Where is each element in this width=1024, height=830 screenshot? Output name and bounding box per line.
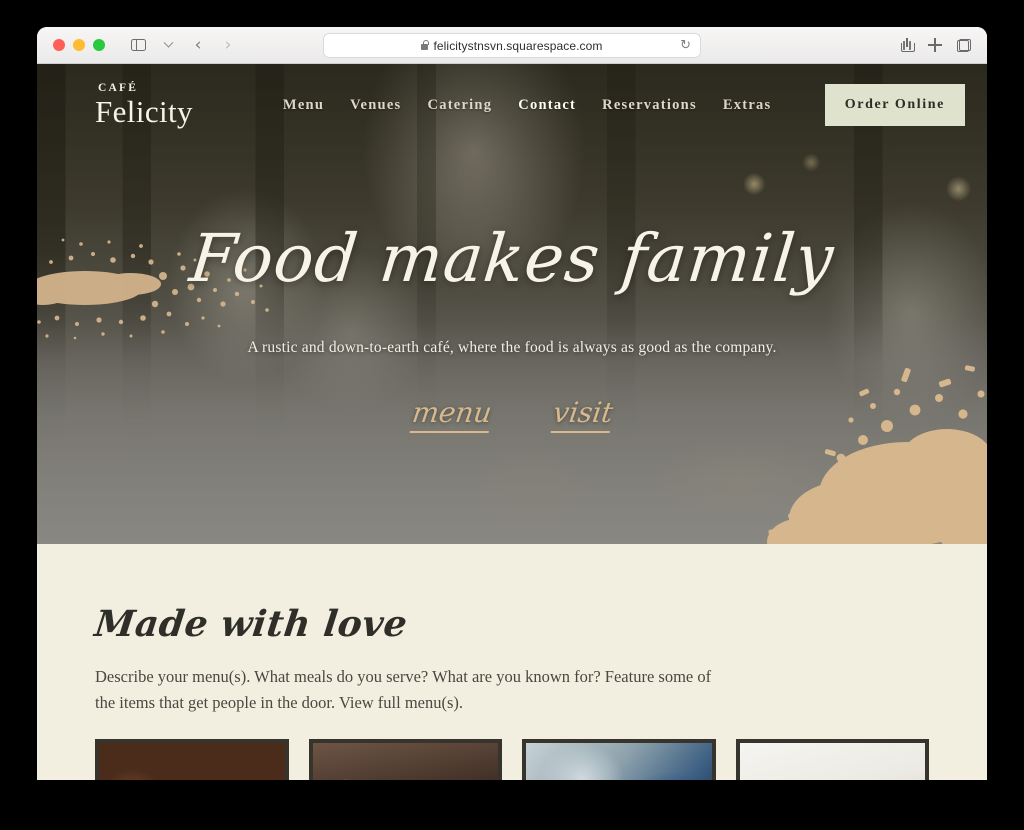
hero-link-visit[interactable]: visit xyxy=(550,396,615,434)
bright-table-setting-image xyxy=(739,743,925,780)
hero-link-menu[interactable]: menu xyxy=(409,396,494,434)
string-lights-dining-image xyxy=(312,743,498,780)
sidebar-icon xyxy=(130,38,146,52)
gallery-thumbnail-table[interactable] xyxy=(735,739,929,780)
hero-title: Food makes family xyxy=(186,220,838,297)
share-icon[interactable] xyxy=(901,38,915,52)
toolbar-right-group xyxy=(901,38,975,52)
url-text: felicitystnsvn.squarespace.com xyxy=(433,38,603,53)
nav-item-menu[interactable]: Menu xyxy=(283,97,324,114)
nav-item-extras[interactable]: Extras xyxy=(723,97,772,114)
nav-item-venues[interactable]: Venues xyxy=(350,97,401,114)
toolbar-left-group: ‹ › xyxy=(125,33,241,57)
address-bar[interactable]: felicitystnsvn.squarespace.com ↻ xyxy=(323,33,701,58)
window-controls[interactable] xyxy=(53,39,105,51)
logo-kicker: CAFÉ xyxy=(98,81,139,94)
back-button[interactable]: ‹ xyxy=(185,33,211,57)
nav-item-catering[interactable]: Catering xyxy=(427,97,492,114)
blue-plated-dish-image xyxy=(526,743,712,780)
browser-window: ‹ › felicitystnsvn.squarespace.com ↻ CAF… xyxy=(37,27,987,780)
logo-name: Felicity xyxy=(95,94,193,130)
browser-toolbar: ‹ › felicitystnsvn.squarespace.com ↻ xyxy=(37,27,987,64)
close-button[interactable] xyxy=(53,39,65,51)
bread-loaves-image xyxy=(99,743,285,780)
made-with-love-section: Made with love Describe your menu(s). Wh… xyxy=(37,544,987,780)
nav-item-contact[interactable]: Contact xyxy=(518,97,576,114)
gallery-thumbnail-lights[interactable] xyxy=(308,739,502,780)
thumbnail-gallery xyxy=(95,739,929,780)
gallery-thumbnail-dish[interactable] xyxy=(522,739,716,780)
screen: ‹ › felicitystnsvn.squarespace.com ↻ CAF… xyxy=(0,0,1024,830)
forward-button[interactable]: › xyxy=(215,33,241,57)
plus-icon[interactable] xyxy=(928,38,942,52)
hero-cta-links: menu visit xyxy=(77,396,947,434)
section-title: Made with love xyxy=(92,603,410,645)
sidebar-toggle-button[interactable] xyxy=(125,33,151,57)
site-header: CAFÉ Felicity Menu Venues Catering Conta… xyxy=(37,64,987,146)
address-bar-content: felicitystnsvn.squarespace.com xyxy=(421,39,602,53)
reload-icon[interactable]: ↻ xyxy=(680,38,691,53)
minimize-button[interactable] xyxy=(73,39,85,51)
tab-overview-button[interactable] xyxy=(155,33,181,57)
page-viewport: CAFÉ Felicity Menu Venues Catering Conta… xyxy=(37,64,987,780)
gallery-thumbnail-bread[interactable] xyxy=(95,739,289,780)
chevron-right-icon: › xyxy=(224,34,232,55)
hero-subtitle: A rustic and down-to-earth café, where t… xyxy=(247,339,777,357)
maximize-button[interactable] xyxy=(93,39,105,51)
nav-item-reservations[interactable]: Reservations xyxy=(602,97,697,114)
site-logo[interactable]: CAFÉ Felicity xyxy=(95,81,193,130)
hero-section: CAFÉ Felicity Menu Venues Catering Conta… xyxy=(37,64,987,544)
chevron-down-icon xyxy=(163,37,173,48)
chevron-left-icon: ‹ xyxy=(194,34,202,55)
tabs-icon[interactable] xyxy=(957,38,971,52)
lock-icon xyxy=(421,39,430,50)
hero-content: Food makes family A rustic and down-to-e… xyxy=(37,220,987,434)
order-online-button[interactable]: Order Online xyxy=(824,84,965,126)
section-body-text: Describe your menu(s). What meals do you… xyxy=(95,667,712,712)
main-navigation: Menu Venues Catering Contact Reservation… xyxy=(283,97,772,114)
